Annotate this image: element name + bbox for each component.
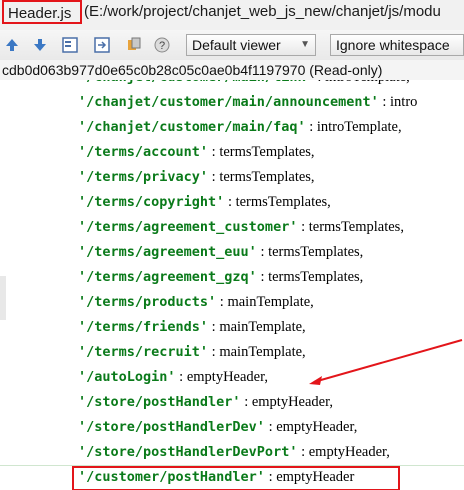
up-arrow-icon[interactable] xyxy=(2,35,22,55)
whitespace-select-value: Ignore whitespace xyxy=(336,37,450,53)
svg-text:?: ? xyxy=(159,40,165,52)
whitespace-select[interactable]: Ignore whitespace xyxy=(330,34,464,56)
right-panel-icon[interactable] xyxy=(92,35,112,55)
revision-hash: cdb0d063b977d0e65c0b28c05c0ae0b4f1197970… xyxy=(0,60,464,80)
viewer-select[interactable]: Default viewer ▼ xyxy=(186,34,316,56)
viewer-select-value: Default viewer xyxy=(192,37,281,53)
code-editor[interactable]: '/chanjet/customer/main/link' : introTem… xyxy=(0,80,464,490)
window-title-bar: Header.js (E:/work/project/chanjet_web_j… xyxy=(0,0,464,30)
diff-toolbar: ? Default viewer ▼ Ignore whitespace xyxy=(0,30,464,61)
file-name-tab[interactable]: Header.js xyxy=(2,0,82,24)
help-icon[interactable]: ? xyxy=(152,35,172,55)
chevron-down-icon: ▼ xyxy=(300,39,310,50)
annotation-arrow xyxy=(309,339,463,385)
down-arrow-icon[interactable] xyxy=(30,35,50,55)
file-path: (E:/work/project/chanjet_web_js_new/chan… xyxy=(84,3,441,20)
left-panel-icon[interactable] xyxy=(60,35,80,55)
settings-icon[interactable] xyxy=(124,35,144,55)
